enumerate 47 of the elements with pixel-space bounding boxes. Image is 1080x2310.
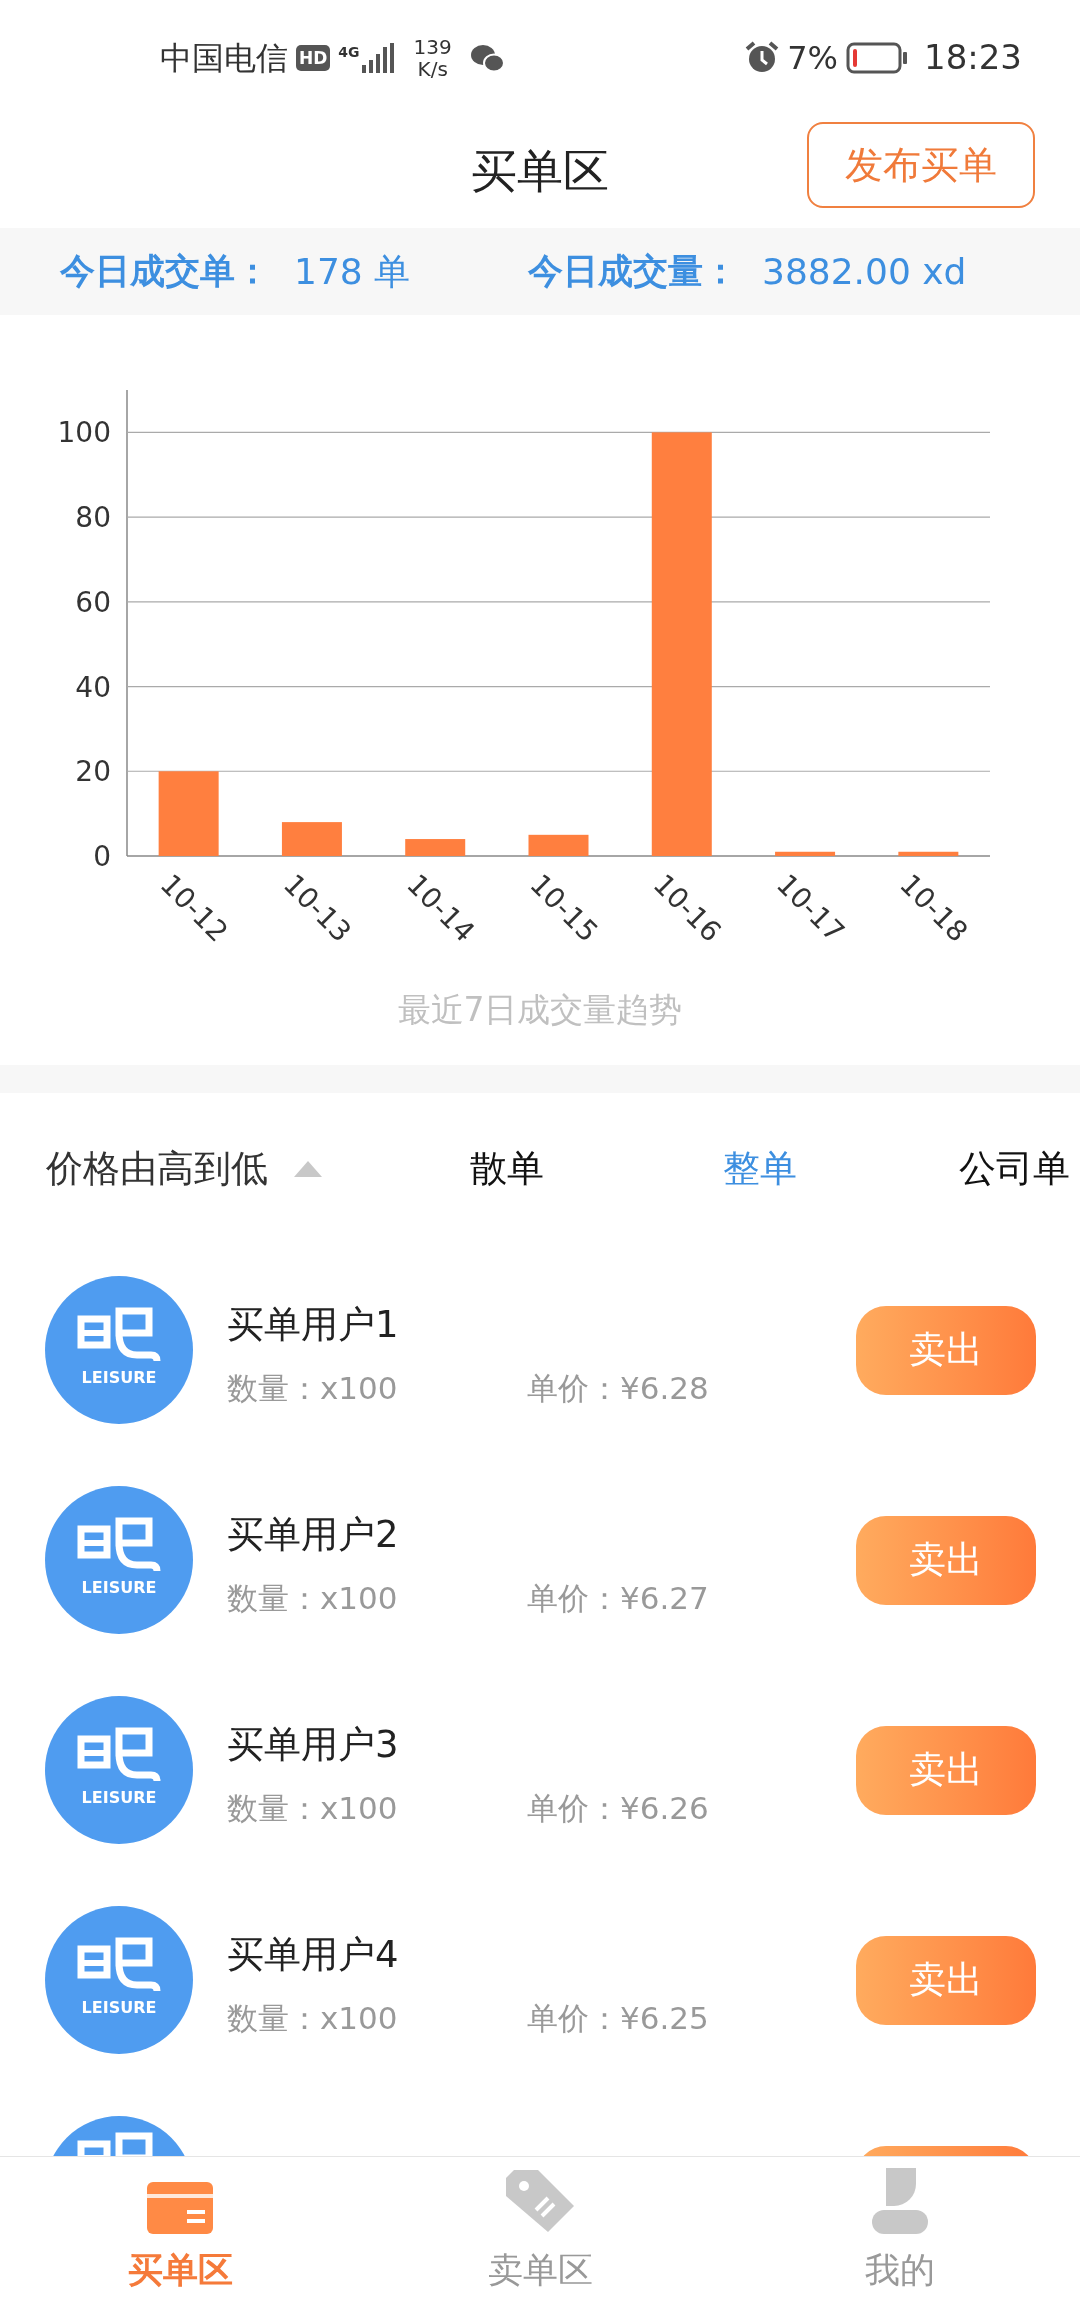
stat-value: 178 单 <box>294 249 411 294</box>
sell-button[interactable]: 卖出 <box>856 1305 1036 1395</box>
stat-value: 3882.00 xd <box>762 249 967 294</box>
tick-label: 60 <box>75 585 111 619</box>
avatar-label: LEISURE <box>81 1789 157 1807</box>
clock-time: 18:23 <box>924 36 1022 79</box>
sell-button[interactable]: 卖出 <box>856 1725 1036 1815</box>
quantity-text: 数量：x100 <box>227 1578 399 1618</box>
tick-label: 80 <box>75 501 111 535</box>
network-type: 4G <box>338 44 360 59</box>
user-name: 买单用户1 <box>227 1302 400 1348</box>
quantity-text: 数量：x100 <box>227 1998 399 2038</box>
tick-label: 100 <box>57 416 111 450</box>
price-text: 单价：¥6.26 <box>527 1788 709 1828</box>
sort-button[interactable]: 价格由高到低 <box>46 1141 470 1197</box>
publish-button[interactable]: 发布买单 <box>807 122 1035 208</box>
sell-button[interactable]: 卖出 <box>856 1515 1036 1605</box>
network-speed: 139 <box>413 35 452 58</box>
avatar-label: LEISURE <box>81 1579 157 1597</box>
filter-tab[interactable]: 散单 <box>470 1141 723 1197</box>
nav-tab[interactable]: 买单区 <box>0 2157 360 2310</box>
carrier-name: 中国电信 <box>160 37 288 79</box>
user-name: 买单用户3 <box>227 1722 400 1768</box>
hd-badge: HD <box>296 44 331 71</box>
user-name: 买单用户4 <box>227 1932 400 1978</box>
avatar-label: LEISURE <box>81 1999 157 2017</box>
price-text: 单价：¥6.28 <box>527 1368 709 1408</box>
price-text: 单价：¥6.25 <box>527 1998 709 2038</box>
battery-percent: 7% <box>787 37 838 79</box>
quantity-text: 数量：x100 <box>227 1368 399 1408</box>
page-title: 买单区 <box>471 143 609 200</box>
user-name: 买单用户2 <box>227 1512 400 1558</box>
stat-label: 今日成交单： <box>60 250 270 294</box>
avatar-label: LEISURE <box>81 1369 157 1387</box>
tick-label: 0 <box>93 840 111 873</box>
quantity-text: 数量：x100 <box>227 1788 399 1828</box>
tick-label: 40 <box>75 670 111 704</box>
filter-tab[interactable]: 整单 <box>723 1141 959 1197</box>
speed-unit: K/s <box>417 57 448 80</box>
filter-tab[interactable]: 公司单 <box>959 1141 1080 1197</box>
chart-title: 最近7日成交量趋势 <box>397 990 683 1029</box>
stat-label: 今日成交量： <box>528 250 738 294</box>
sell-button[interactable]: 卖出 <box>856 1935 1036 2025</box>
price-text: 单价：¥6.27 <box>527 1578 709 1618</box>
nav-tab[interactable]: 我的 <box>720 2157 1080 2310</box>
nav-tab[interactable]: 卖单区 <box>360 2157 720 2310</box>
tick-label: 20 <box>75 755 111 789</box>
